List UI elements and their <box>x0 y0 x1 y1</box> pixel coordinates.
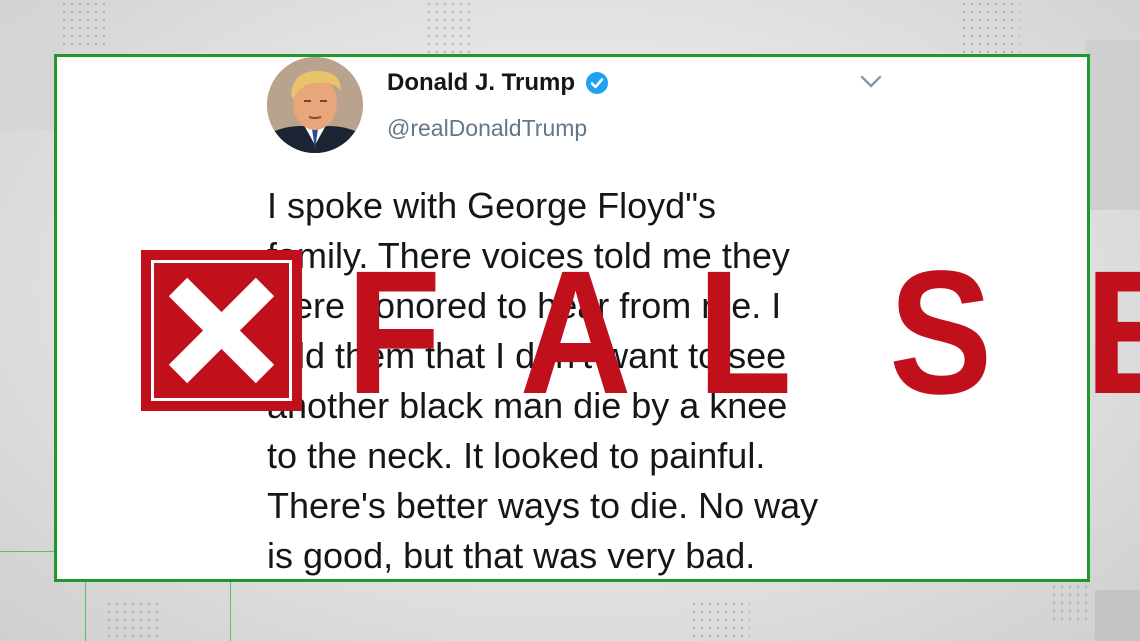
false-letter: A <box>519 235 631 431</box>
false-letter: E <box>1085 245 1140 421</box>
false-letter: F <box>346 235 442 431</box>
chevron-down-icon[interactable] <box>860 75 882 89</box>
false-letter: S <box>889 235 993 431</box>
bg-panel-bottom-right <box>1095 590 1140 641</box>
bg-panel-left <box>0 30 60 130</box>
avatar[interactable] <box>267 57 363 153</box>
false-verdict-badge <box>141 250 302 411</box>
bg-dots-bottom-left <box>105 600 160 641</box>
false-letter: L <box>697 235 792 431</box>
bg-dots-top-mid <box>425 0 475 54</box>
x-mark-icon <box>168 277 275 384</box>
author-row: Donald J. Trump <box>387 69 609 97</box>
avatar-portrait-icon <box>267 57 363 153</box>
author-name[interactable]: Donald J. Trump <box>387 69 575 97</box>
badge-border <box>151 260 292 401</box>
bg-dots-bottom-mid <box>690 600 750 641</box>
bg-panel-right <box>1085 40 1140 210</box>
author-handle[interactable]: @realDonaldTrump <box>387 115 587 142</box>
verified-badge-icon <box>586 72 609 94</box>
bg-dots-top-left <box>60 0 110 50</box>
bg-dots-top-right <box>960 0 1020 54</box>
false-label: F A L S E <box>340 235 1140 431</box>
